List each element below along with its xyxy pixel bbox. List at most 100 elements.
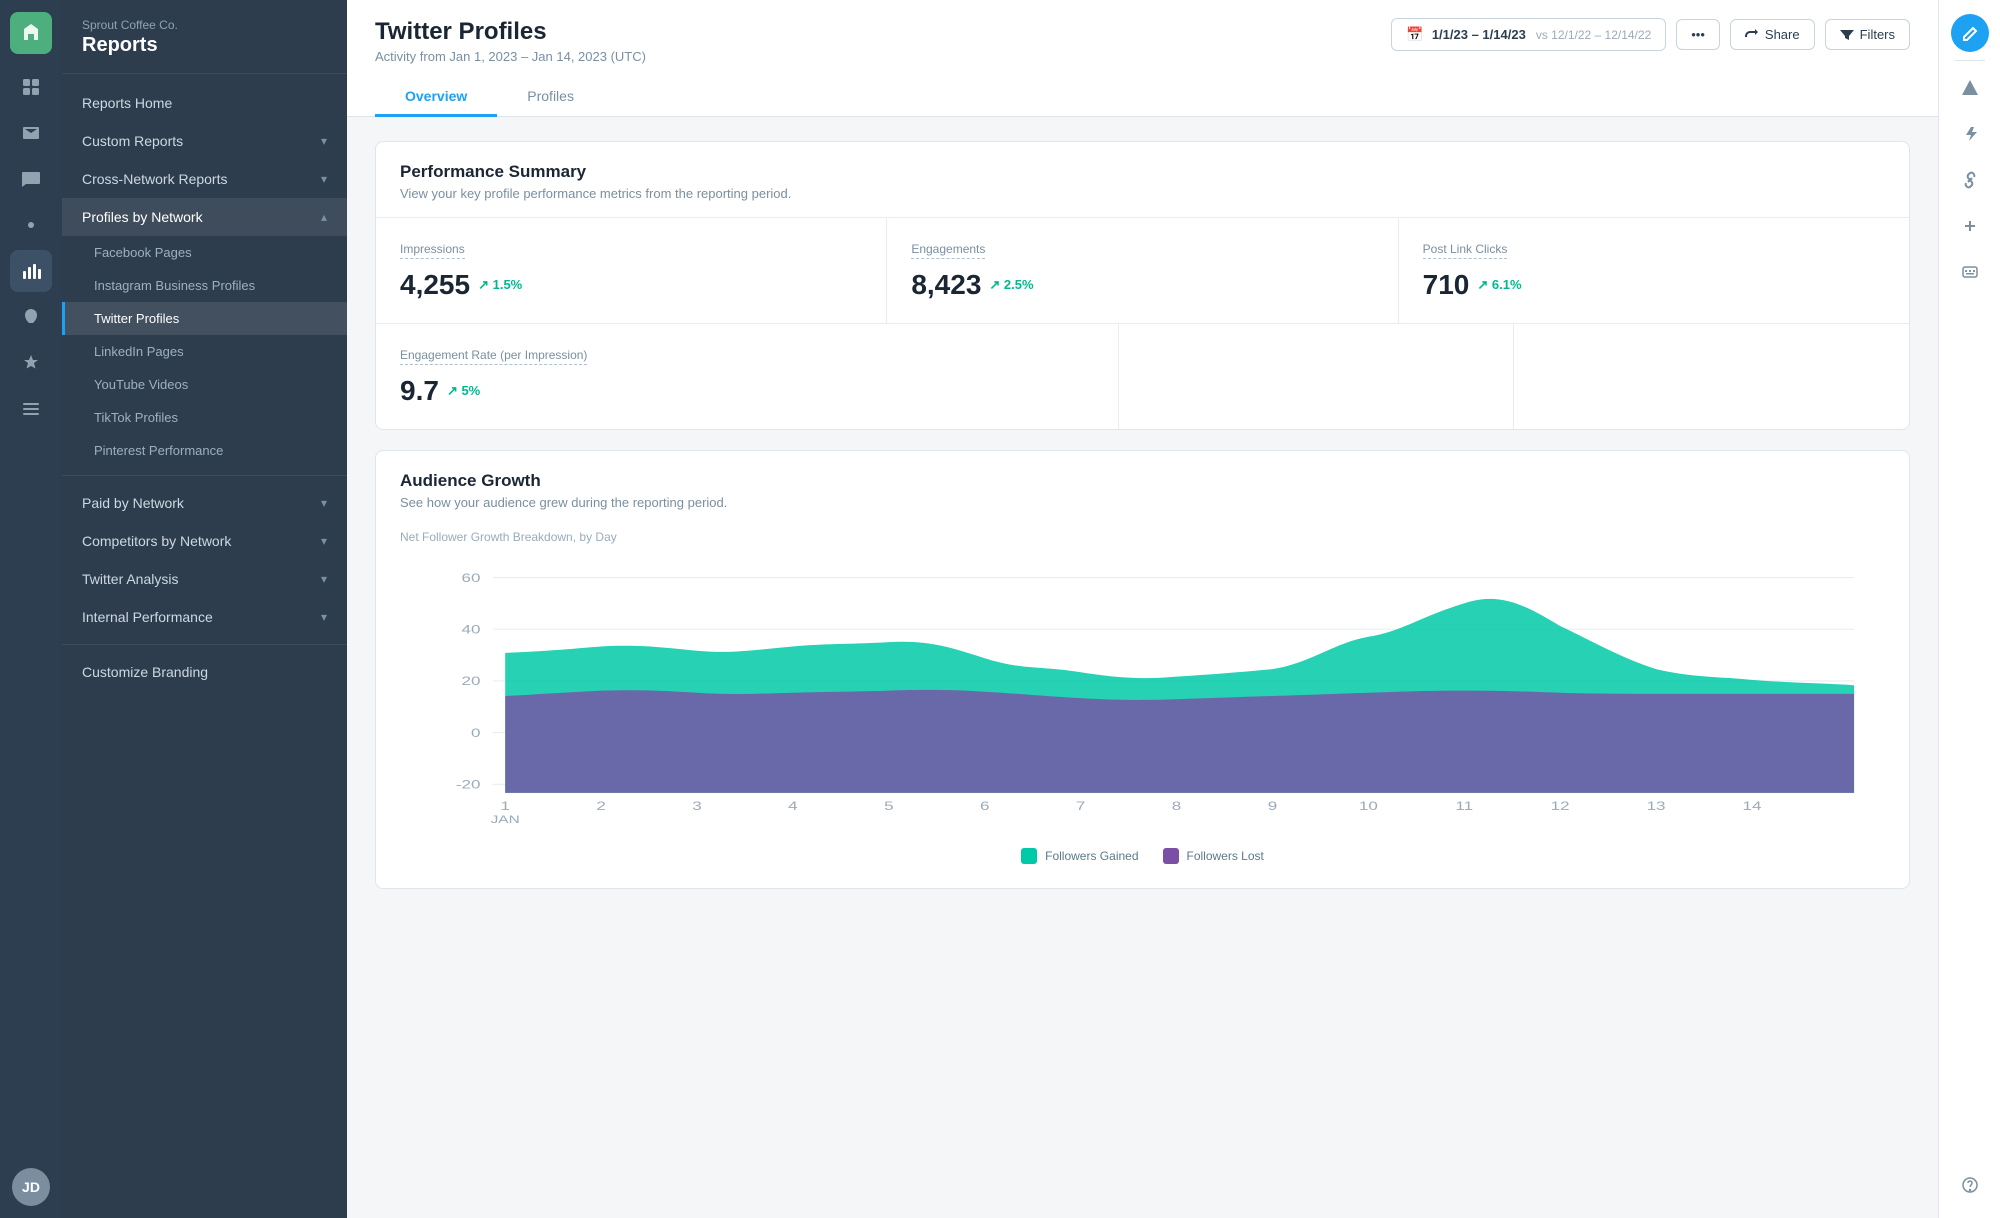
chevron-down-icon: ▾ bbox=[321, 572, 327, 586]
metric-impressions: Impressions 4,255 1.5% bbox=[376, 218, 887, 323]
brand-logo-icon[interactable] bbox=[10, 12, 52, 54]
sidebar-item-twitter-analysis[interactable]: Twitter Analysis ▾ bbox=[62, 560, 347, 598]
svg-text:11: 11 bbox=[1455, 800, 1473, 813]
audience-growth-card: Audience Growth See how your audience gr… bbox=[375, 450, 1910, 889]
engagement-rate-change: 5% bbox=[447, 383, 480, 399]
sidebar-item-customize[interactable]: Customize Branding bbox=[62, 653, 347, 691]
svg-text:JAN: JAN bbox=[491, 813, 520, 825]
svg-text:7: 7 bbox=[1076, 800, 1085, 813]
legend-lost-label: Followers Lost bbox=[1187, 849, 1264, 863]
sidebar-item-custom-reports[interactable]: Custom Reports ▾ bbox=[62, 122, 347, 160]
keyboard-icon[interactable] bbox=[1951, 253, 1989, 291]
share-button[interactable]: Share bbox=[1730, 19, 1815, 50]
filters-button[interactable]: Filters bbox=[1825, 19, 1910, 50]
svg-text:2: 2 bbox=[596, 800, 605, 813]
sidebar-item-competitors[interactable]: Competitors by Network ▾ bbox=[62, 522, 347, 560]
header-actions: 📅 1/1/23 – 1/14/23 vs 12/1/22 – 12/14/22… bbox=[1391, 18, 1910, 51]
chevron-up-icon: ▴ bbox=[321, 210, 327, 224]
share-icon bbox=[1745, 28, 1759, 42]
perf-card-header: Performance Summary View your key profil… bbox=[376, 142, 1909, 217]
sidebar: Sprout Coffee Co. Reports Reports Home C… bbox=[62, 0, 347, 1218]
metric-engagement-rate: Engagement Rate (per Impression) 9.7 5% bbox=[376, 324, 1119, 429]
svg-text:6: 6 bbox=[980, 800, 989, 813]
sidebar-item-cross-network[interactable]: Cross-Network Reports ▾ bbox=[62, 160, 347, 198]
tab-overview[interactable]: Overview bbox=[375, 78, 497, 117]
svg-text:14: 14 bbox=[1743, 800, 1762, 813]
nav-listening-icon[interactable] bbox=[10, 296, 52, 338]
sidebar-sub-twitter[interactable]: Twitter Profiles bbox=[62, 302, 347, 335]
svg-text:10: 10 bbox=[1359, 800, 1378, 813]
icon-nav-bar: JD bbox=[0, 0, 62, 1218]
plus-icon[interactable] bbox=[1951, 207, 1989, 245]
nav-home-icon[interactable] bbox=[10, 66, 52, 108]
nav-inbox-icon[interactable] bbox=[10, 112, 52, 154]
sidebar-sub-tiktok[interactable]: TikTok Profiles bbox=[62, 401, 347, 434]
impressions-change: 1.5% bbox=[478, 277, 522, 293]
legend-gained-label: Followers Gained bbox=[1045, 849, 1138, 863]
post-link-clicks-label[interactable]: Post Link Clicks bbox=[1423, 242, 1508, 259]
nav-reports-icon[interactable] bbox=[10, 250, 52, 292]
link-icon[interactable] bbox=[1951, 161, 1989, 199]
content-area: Performance Summary View your key profil… bbox=[347, 117, 1938, 1218]
alert-icon[interactable] bbox=[1951, 69, 1989, 107]
user-avatar[interactable]: JD bbox=[12, 1168, 50, 1206]
svg-text:3: 3 bbox=[692, 800, 701, 813]
chart-label: Net Follower Growth Breakdown, by Day bbox=[400, 530, 1885, 544]
engagement-rate-label[interactable]: Engagement Rate (per Impression) bbox=[400, 348, 587, 365]
lightning-icon[interactable] bbox=[1951, 115, 1989, 153]
chevron-down-icon: ▾ bbox=[321, 534, 327, 548]
legend-gained-color bbox=[1021, 848, 1037, 864]
nav-divider bbox=[62, 475, 347, 476]
sidebar-item-profiles-by-network[interactable]: Profiles by Network ▴ bbox=[62, 198, 347, 236]
sidebar-item-paid[interactable]: Paid by Network ▾ bbox=[62, 484, 347, 522]
sidebar-section-title: Reports bbox=[82, 34, 327, 57]
legend-lost-color bbox=[1163, 848, 1179, 864]
date-range-picker[interactable]: 📅 1/1/23 – 1/14/23 vs 12/1/22 – 12/14/22 bbox=[1391, 18, 1666, 51]
sidebar-sub-instagram[interactable]: Instagram Business Profiles bbox=[62, 269, 347, 302]
help-icon[interactable] bbox=[1951, 1166, 1989, 1204]
post-link-clicks-value: 710 6.1% bbox=[1423, 269, 1885, 301]
chart-container: Net Follower Growth Breakdown, by Day 60… bbox=[376, 530, 1909, 888]
nav-divider-2 bbox=[62, 644, 347, 645]
sidebar-sub-facebook[interactable]: Facebook Pages bbox=[62, 236, 347, 269]
edit-icon[interactable] bbox=[1951, 14, 1989, 52]
svg-text:20: 20 bbox=[462, 676, 481, 689]
sidebar-item-reports-home[interactable]: Reports Home bbox=[62, 84, 347, 122]
sidebar-sub-pinterest[interactable]: Pinterest Performance bbox=[62, 434, 347, 467]
tab-profiles[interactable]: Profiles bbox=[497, 78, 604, 117]
legend-lost: Followers Lost bbox=[1163, 848, 1264, 864]
page-title: Twitter Profiles bbox=[375, 18, 646, 46]
audience-card-header: Audience Growth See how your audience gr… bbox=[376, 451, 1909, 526]
chart-area: 60 40 20 0 -20 1 JAN 2 3 4 5 6 7 bbox=[400, 556, 1885, 836]
sidebar-sub-youtube[interactable]: YouTube Videos bbox=[62, 368, 347, 401]
svg-text:12: 12 bbox=[1551, 800, 1570, 813]
sidebar-item-internal[interactable]: Internal Performance ▾ bbox=[62, 598, 347, 636]
svg-text:4: 4 bbox=[788, 800, 797, 813]
sidebar-nav: Reports Home Custom Reports ▾ Cross-Netw… bbox=[62, 74, 347, 1218]
engagements-change: 2.5% bbox=[989, 277, 1033, 293]
impressions-label[interactable]: Impressions bbox=[400, 242, 465, 259]
rs-divider bbox=[1955, 60, 1985, 61]
nav-pin-icon[interactable] bbox=[10, 342, 52, 384]
legend-gained: Followers Gained bbox=[1021, 848, 1138, 864]
date-current: 1/1/23 – 1/14/23 bbox=[1432, 27, 1526, 42]
metric-empty2 bbox=[1514, 324, 1909, 429]
engagements-label[interactable]: Engagements bbox=[911, 242, 985, 259]
more-options-button[interactable]: ••• bbox=[1676, 19, 1720, 50]
page-subtitle: Activity from Jan 1, 2023 – Jan 14, 2023… bbox=[375, 49, 646, 64]
right-sidebar bbox=[1938, 0, 2000, 1218]
post-link-clicks-change: 6.1% bbox=[1477, 277, 1521, 293]
performance-grid: Impressions 4,255 1.5% Engagements 8,423… bbox=[376, 217, 1909, 323]
nav-publish-icon[interactable] bbox=[10, 204, 52, 246]
performance-summary-card: Performance Summary View your key profil… bbox=[375, 141, 1910, 430]
sidebar-company: Sprout Coffee Co. bbox=[82, 18, 327, 32]
sidebar-sub-linkedin[interactable]: LinkedIn Pages bbox=[62, 335, 347, 368]
sidebar-header: Sprout Coffee Co. Reports bbox=[62, 0, 347, 74]
nav-messages-icon[interactable] bbox=[10, 158, 52, 200]
calendar-icon: 📅 bbox=[1406, 26, 1423, 43]
metric-post-link-clicks: Post Link Clicks 710 6.1% bbox=[1399, 218, 1909, 323]
nav-list-icon[interactable] bbox=[10, 388, 52, 430]
engagements-value: 8,423 2.5% bbox=[911, 269, 1373, 301]
chevron-down-icon: ▾ bbox=[321, 172, 327, 186]
svg-text:5: 5 bbox=[884, 800, 893, 813]
